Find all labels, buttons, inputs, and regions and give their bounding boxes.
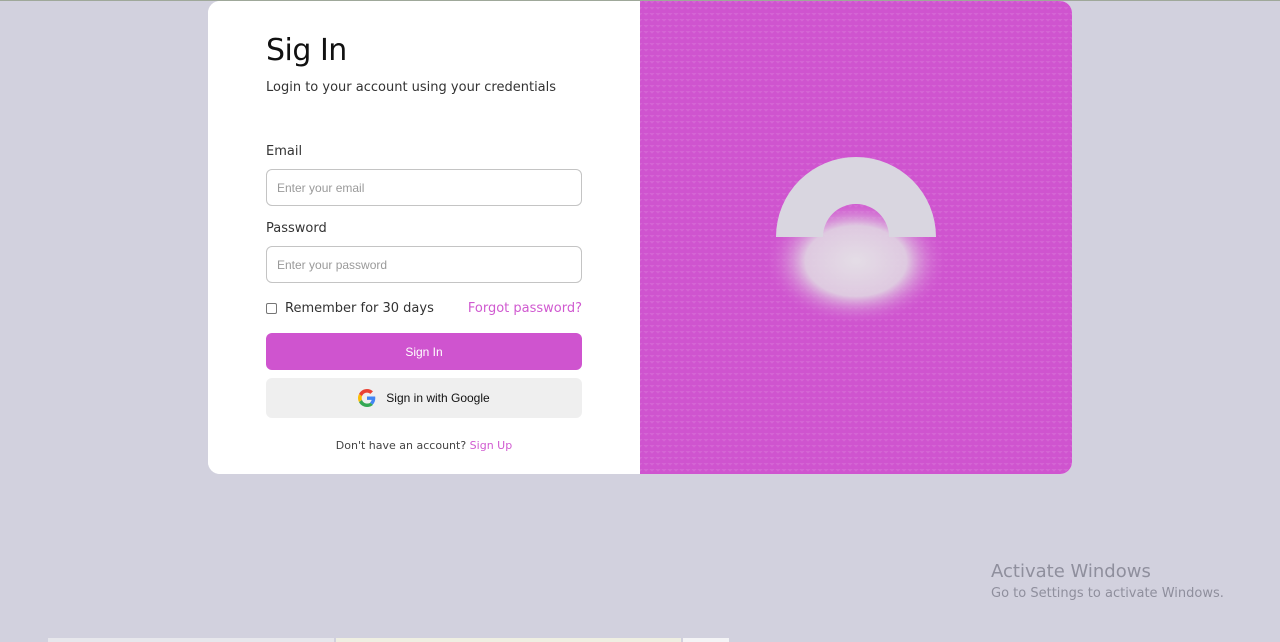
google-g-icon bbox=[358, 389, 376, 407]
google-sign-in-button[interactable]: Sign in with Google bbox=[266, 378, 582, 418]
taskbar-segment bbox=[683, 638, 729, 642]
taskbar-segment bbox=[48, 638, 334, 642]
sign-up-link[interactable]: Sign Up bbox=[470, 439, 513, 452]
sign-in-button[interactable]: Sign In bbox=[266, 333, 582, 370]
signin-form: Sig In Login to your account using your … bbox=[266, 31, 582, 452]
email-field[interactable] bbox=[266, 169, 582, 206]
watermark-title: Activate Windows bbox=[991, 561, 1151, 582]
windows-activation-watermark: Activate Windows Go to Settings to activ… bbox=[991, 561, 1224, 605]
remember-checkbox[interactable] bbox=[266, 302, 277, 314]
page: Sig In Login to your account using your … bbox=[0, 0, 1280, 642]
remember-label: Remember for 30 days bbox=[285, 300, 434, 316]
google-sign-in-label: Sign in with Google bbox=[386, 391, 490, 405]
page-title: Sig In bbox=[266, 33, 347, 68]
forgot-password-link[interactable]: Forgot password? bbox=[468, 301, 582, 316]
watermark-subtitle: Go to Settings to activate Windows. bbox=[991, 586, 1224, 601]
remember-me[interactable]: Remember for 30 days bbox=[266, 301, 434, 316]
illustration-panel bbox=[640, 1, 1072, 474]
email-label: Email bbox=[266, 144, 303, 159]
password-field[interactable] bbox=[266, 246, 582, 283]
page-subtitle: Login to your account using your credent… bbox=[266, 80, 557, 95]
signin-form-panel: Sig In Login to your account using your … bbox=[208, 1, 640, 474]
taskbar-segment bbox=[336, 638, 681, 642]
password-label: Password bbox=[266, 221, 327, 236]
signup-row: Don't have an account? Sign Up bbox=[266, 439, 582, 452]
lock-icon bbox=[764, 157, 948, 325]
form-options-row: Remember for 30 days Forgot password? bbox=[266, 299, 582, 317]
taskbar-edge bbox=[0, 638, 1280, 642]
signin-card: Sig In Login to your account using your … bbox=[208, 1, 1072, 474]
signup-prompt: Don't have an account? bbox=[335, 439, 467, 452]
